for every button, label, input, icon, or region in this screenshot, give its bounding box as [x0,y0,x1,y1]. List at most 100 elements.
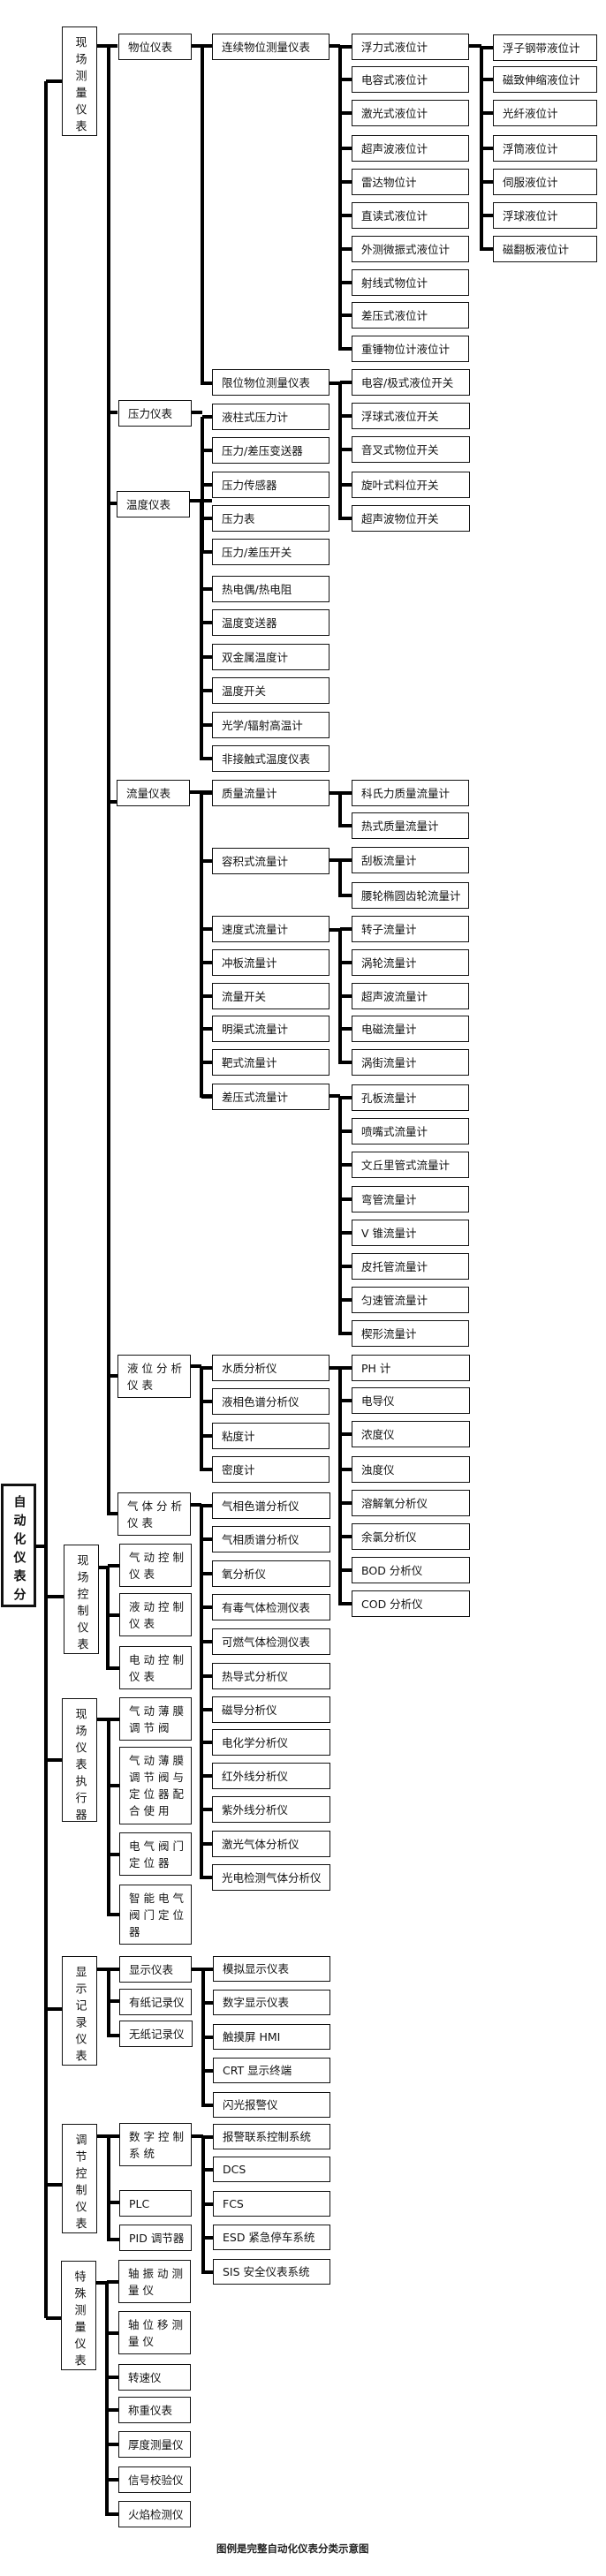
node-label: 浓度仪 [361,1427,395,1441]
connector-line [201,1027,212,1031]
node-label: 光学/辐射高温计 [222,718,303,732]
connector-line [107,2376,118,2379]
node-label: 有纸记录仪 [129,1995,185,2009]
node-label: 气相质谱分析仪 [222,1532,299,1546]
node-control: 气动控制仪表 [119,1544,192,1587]
node-flow-type: 容积式流量计 [212,848,330,874]
connector-line [340,1129,352,1133]
node-label: 调节控制仪表 [72,2134,87,2233]
node-label: 差压式液位计 [361,308,428,322]
node-leaf: 差压式液位计 [352,302,469,329]
group-gas-analysis: 气体分析仪表 [117,1492,191,1536]
node-label: 刮板流量计 [361,853,417,867]
node-label: 转速仪 [128,2370,162,2384]
node-label: 涡轮流量计 [361,956,417,970]
group-temperature: 温度仪表 [117,491,190,517]
node-label: 转子流量计 [361,922,417,936]
node-flow-type: 靶式流量计 [212,1049,330,1076]
connector-line [107,2136,110,2241]
node-label: 粘度计 [222,1429,255,1443]
node-actuator: 气动薄膜调节阀 [119,1697,192,1741]
node-label: 喷嘴式流量计 [361,1124,428,1138]
group-liquid-analysis: 液位分析仪表 [117,1355,191,1398]
node-leaf: COD 分析仪 [352,1590,470,1617]
connector-line [109,1853,119,1856]
node-leaf: 有纸记录仪 [119,1989,192,2015]
node-flow-type: 流量开关 [212,983,330,1009]
connector-line [201,1842,212,1846]
connector-line [201,1674,212,1678]
node-label: 连续物位测量仪表 [222,40,311,54]
node-leaf: PID 调节器 [119,2225,192,2251]
category-display-record: 显示记录仪表 [62,1956,97,2066]
node-continuous-level: 连续物位测量仪表 [212,34,330,60]
connector-line [200,792,203,1098]
node-leaf: 转子流量计 [352,916,469,942]
connector-line [202,517,212,520]
classification-tree: 自动化仪表分类 现场测量仪表 现场控制仪表 现场仪表执行器 显示记录仪表 调节控制仪表 特殊… [0,0,606,2576]
node-leaf: 触摸屏 HMI [213,2024,330,2050]
connector-line [202,550,212,554]
connector-line [340,1332,352,1335]
connector-line [107,2280,118,2284]
connector-line [46,79,62,83]
node-label: 限位物位测量仪表 [222,375,311,389]
node-leaf: 浮球式液位开关 [352,403,470,429]
node-leaf: 双金属温度计 [212,644,330,670]
node-leaf: 电磁流量计 [352,1016,469,1042]
node-leaf: 电导仪 [352,1387,470,1414]
node-label: 涡街流量计 [361,1055,417,1069]
connector-line [340,1602,352,1605]
connector-line [109,1374,117,1378]
node-leaf: 喷嘴式流量计 [352,1118,469,1144]
connector-line [203,1968,213,1971]
node-label: 可燃气体检测仪表 [222,1635,311,1649]
node-label: 气相色谱分析仪 [222,1499,299,1513]
node-leaf: 有毒气体检测仪表 [212,1594,330,1620]
node-leaf: 模拟显示仪表 [213,1956,330,1982]
connector-line [109,1968,119,1971]
connector-line [109,2134,119,2138]
node-label: 匀速管流量计 [361,1293,428,1307]
connector-line [340,858,352,862]
node-leaf: 红外线分析仪 [212,1763,330,1789]
node-leaf: PH 计 [352,1355,470,1381]
connector-line [201,1640,212,1643]
connector-line [340,1163,352,1167]
connector-line [202,483,212,487]
connector-line [108,1666,119,1670]
connector-line [201,927,212,931]
node-label: 现场测量仪表 [72,36,87,136]
connector-line [109,411,117,414]
node-label: 自动化仪表分类 [11,1495,27,1607]
node-label: 热式质量流量计 [361,819,439,833]
node-leaf: 报警联系控制系统 [213,2124,330,2149]
node-label: 质量流量计 [222,786,277,800]
connector-line [340,414,352,418]
node-leaf: 涡轮流量计 [352,949,469,976]
node-label: 气体分析仪表 [127,1499,186,1530]
connector-line [46,2007,62,2011]
node-label: 紫外线分析仪 [222,1802,289,1817]
connector-line [340,314,352,317]
node-label: 厚度测量仪 [128,2437,184,2451]
node-label: 浮球式液位开关 [361,409,439,423]
node-leaf: 厚度测量仪 [118,2431,191,2458]
node-leaf: 密度计 [212,1456,330,1483]
node-leaf: 压力/差压变送器 [212,437,330,464]
connector-line [340,448,352,451]
connector-line [201,1504,212,1507]
connector-line [109,1784,119,1787]
node-leaf: V 锥流量计 [352,1220,469,1246]
connector-line [202,44,212,48]
node-control: 液动控制仪表 [119,1593,192,1636]
node-label: 速度式流量计 [222,922,289,936]
connector-line [481,180,493,184]
node-leaf: 超声波流量计 [352,983,469,1009]
connector-line [201,1061,212,1064]
connector-line [201,655,212,659]
node-leaf: 粘度计 [212,1423,330,1449]
connector-line [201,1537,212,1541]
node-leaf: 热电偶/热电阻 [212,576,330,602]
node-label: 信号校验仪 [128,2473,184,2487]
